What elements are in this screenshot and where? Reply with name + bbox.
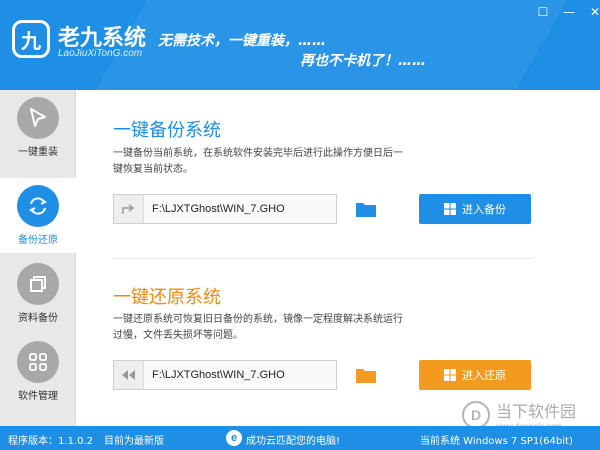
update-status: 目前为最新版 — [104, 436, 164, 447]
close-button[interactable]: ✕ — [586, 4, 600, 20]
sidebar-item-label: 一键重装 — [18, 147, 58, 158]
cursor-icon — [17, 97, 59, 139]
minimize-button[interactable]: — — [560, 4, 578, 20]
app-logo-icon: 九 — [12, 20, 50, 58]
undo-icon — [114, 361, 144, 389]
logo-glyph: 九 — [21, 30, 41, 53]
windows-icon — [444, 369, 456, 381]
backup-path-text: F:\LJXTGhost\WIN_7.GHO — [152, 203, 285, 215]
sidebar-item-data-backup[interactable]: 资料备份 — [0, 256, 76, 331]
sidebar-item-backup-restore[interactable]: 备份还原 — [0, 178, 76, 253]
restore-title: 一键还原系统 — [113, 287, 221, 308]
restore-path-field[interactable]: F:\LJXTGhost\WIN_7.GHO — [113, 360, 337, 390]
sidebar-item-label: 备份还原 — [18, 235, 58, 246]
grid-icon — [17, 341, 59, 383]
sidebar-item-reinstall[interactable]: 一键重装 — [0, 90, 76, 165]
backup-description: 一键备份当前系统，在系统软件安装完毕后进行此操作方便日后一键恢复当前状态。 — [113, 148, 403, 175]
share-icon — [114, 195, 144, 223]
enter-restore-button[interactable]: 进入还原 — [419, 360, 531, 390]
program-version: 程序版本：1.1.0.2 — [8, 436, 93, 447]
copy-icon — [17, 263, 59, 305]
windows-icon — [444, 203, 456, 215]
watermark-text: 当下软件园 — [496, 402, 577, 421]
backup-folder-icon[interactable] — [355, 200, 377, 218]
main-panel: 一键备份系统 一键备份当前系统，在系统软件安装完毕后进行此操作方便日后一键恢复当… — [77, 90, 600, 426]
restore-folder-icon[interactable] — [355, 366, 377, 384]
window-controls: ☐ — ✕ — [534, 4, 600, 20]
section-divider — [113, 258, 533, 259]
backup-path-field[interactable]: F:\LJXTGhost\WIN_7.GHO — [113, 194, 337, 224]
menu-button[interactable]: ☐ — [534, 4, 552, 20]
status-bar: 程序版本：1.1.0.2 目前为最新版 e 成功云匹配您的电脑! 当前系统 Wi… — [0, 426, 600, 450]
slogan-line-1: 无需技术，一键重装，…… — [158, 33, 326, 49]
watermark-logo-icon: D — [462, 400, 490, 429]
cloud-match-status: 成功云匹配您的电脑! — [246, 436, 341, 447]
enter-backup-label: 进入备份 — [462, 203, 506, 216]
restore-path-text: F:\LJXTGhost\WIN_7.GHO — [152, 369, 285, 381]
sync-icon — [17, 185, 59, 227]
current-system: 当前系统 Windows 7 SP1(64bit) — [420, 436, 573, 447]
sidebar: 一键重装 备份还原 资料备份 软件管理 — [0, 90, 76, 426]
slogan-line-2: 再也不卡机了！…… — [300, 53, 426, 69]
sidebar-item-label: 资料备份 — [18, 313, 58, 324]
app-header: 九 老九系统 LaoJiuXiTonG.com 无需技术，一键重装，…… 再也不… — [0, 0, 600, 90]
backup-title: 一键备份系统 — [113, 120, 221, 141]
sidebar-item-label: 软件管理 — [18, 391, 58, 402]
ie-icon: e — [226, 430, 242, 446]
sidebar-item-software[interactable]: 软件管理 — [0, 334, 76, 409]
enter-restore-label: 进入还原 — [462, 369, 506, 382]
restore-description: 一键还原系统可恢复旧日备份的系统，镜像一定程度解决系统运行过慢，文件丢失损坏等问… — [113, 314, 403, 341]
enter-backup-button[interactable]: 进入备份 — [419, 194, 531, 224]
app-brand-url: LaoJiuXiTonG.com — [58, 48, 143, 59]
